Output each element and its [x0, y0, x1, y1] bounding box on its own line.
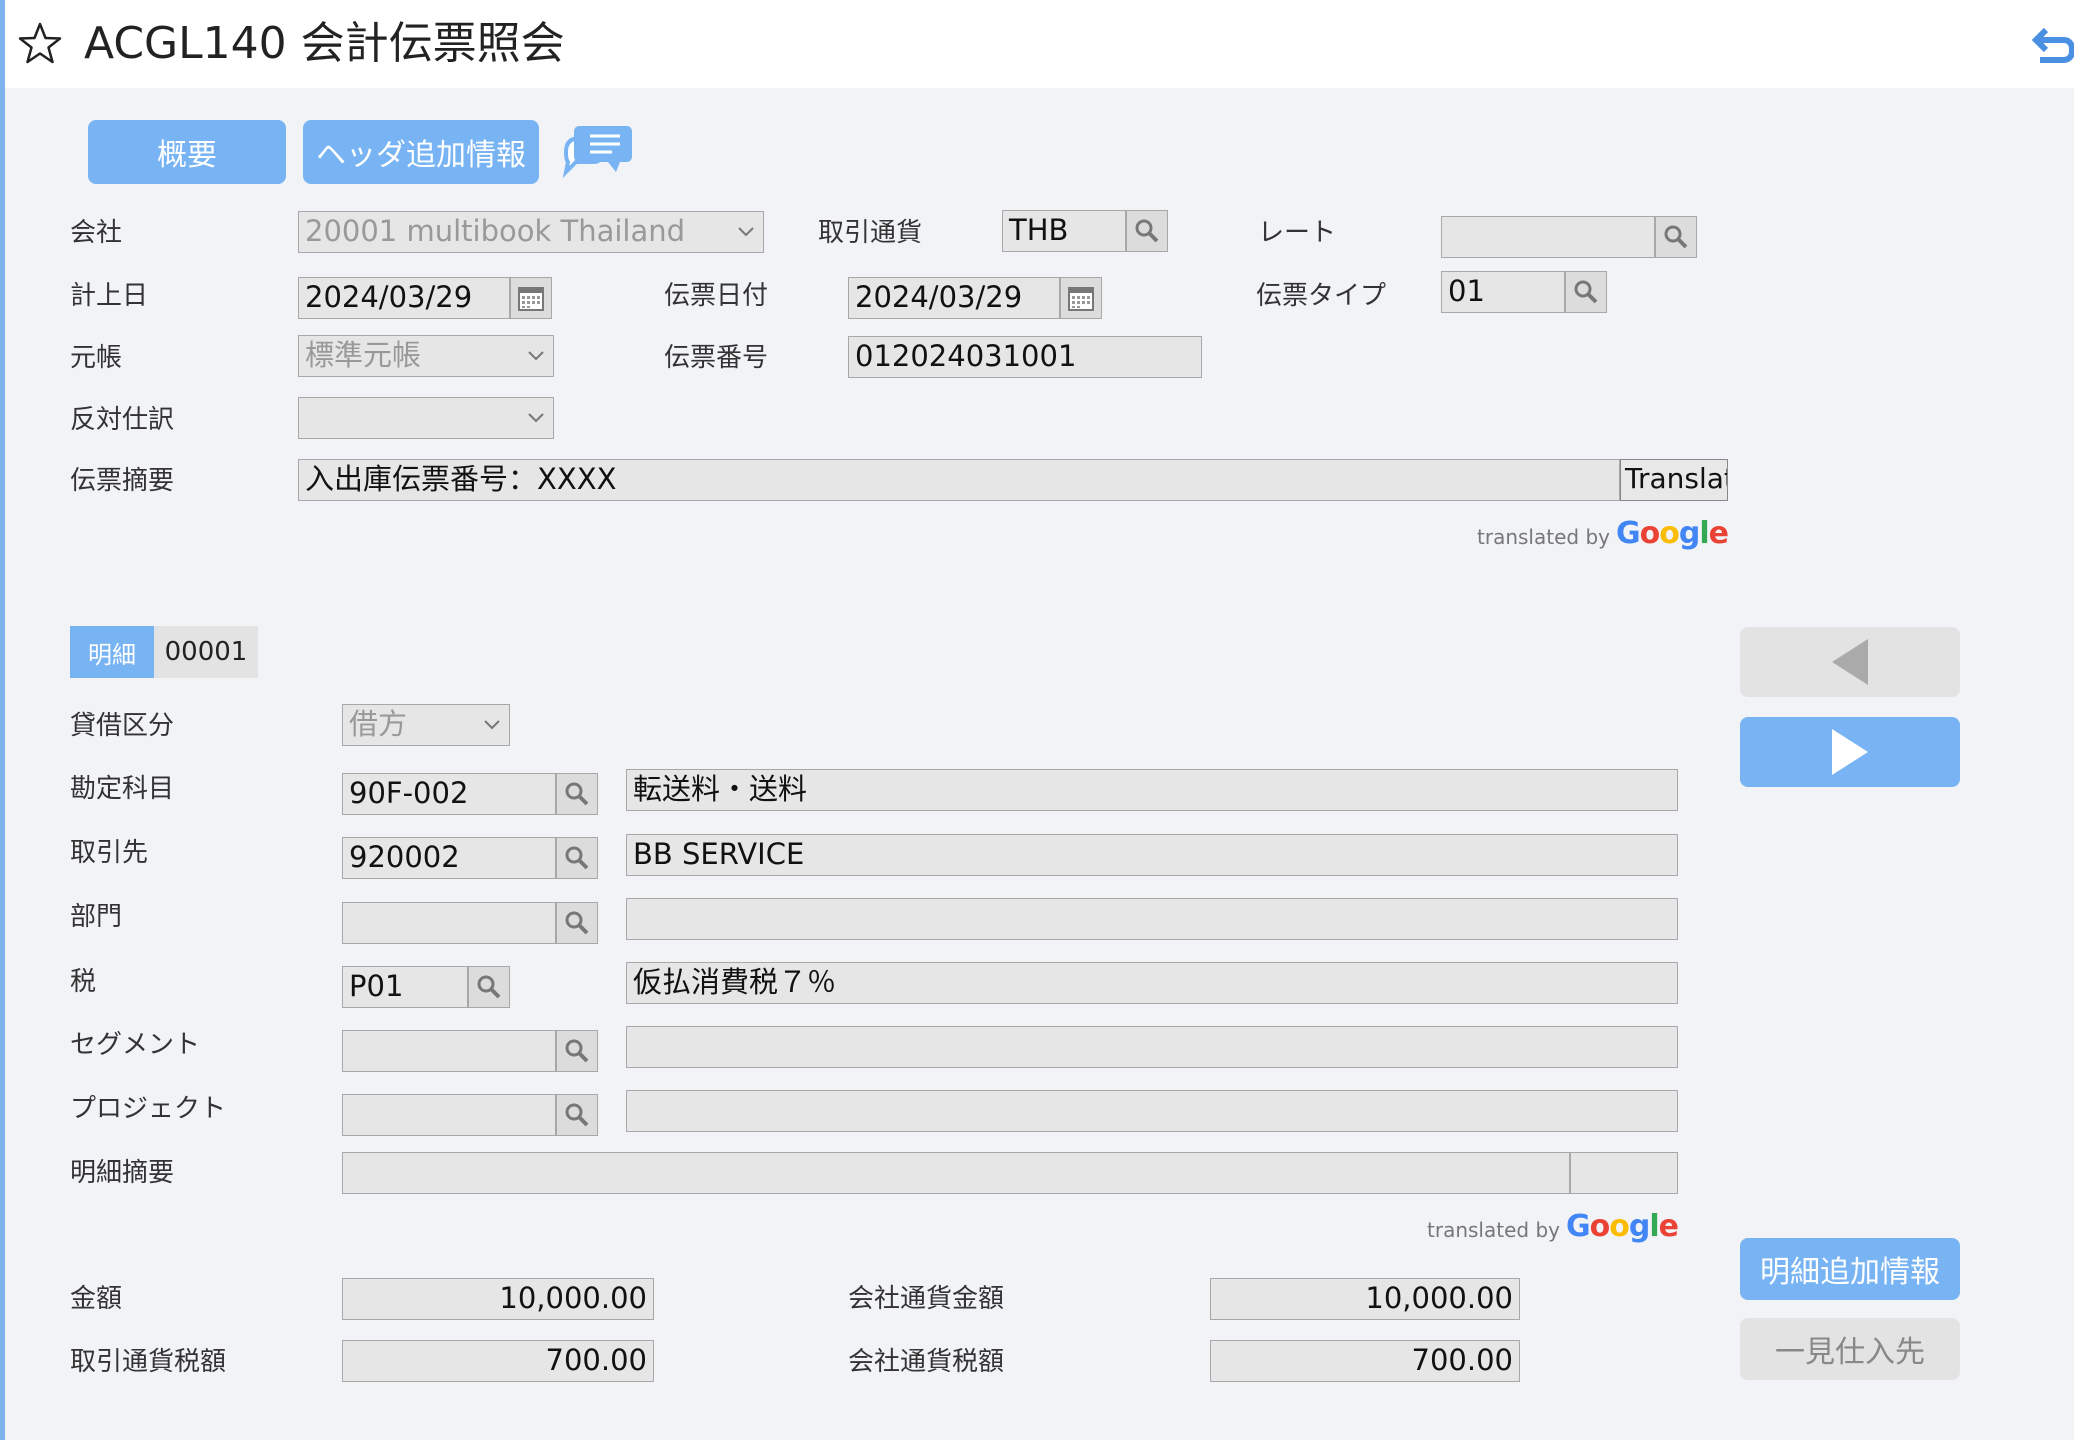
- line-summary-translate-button[interactable]: [1570, 1152, 1678, 1194]
- chat-bubble-icon[interactable]: [560, 118, 634, 186]
- segment-code-input[interactable]: [342, 1030, 556, 1072]
- google-attribution: translated by Google: [1427, 1208, 1679, 1244]
- debit-credit-value: 借方: [349, 707, 408, 741]
- chevron-down-icon: [484, 720, 500, 730]
- rate-label: レート: [1258, 218, 1337, 248]
- segment-name-field: [626, 1026, 1678, 1068]
- currency-label: 取引通貨: [818, 218, 923, 248]
- partner-name-field: BB SERVICE: [626, 834, 1678, 876]
- segment-label: セグメント: [70, 1030, 201, 1060]
- account-name-field: 転送料・送料: [626, 769, 1678, 811]
- magnifier-icon[interactable]: [1126, 210, 1168, 252]
- translated-by-text: translated by: [1427, 1218, 1560, 1242]
- currency-input[interactable]: THB: [1002, 210, 1126, 252]
- return-arrow-icon[interactable]: [2031, 20, 2074, 68]
- calendar-icon[interactable]: [1060, 277, 1102, 319]
- account-label: 勘定科目: [70, 774, 175, 804]
- tax-amount-label: 取引通貨税額: [70, 1347, 227, 1377]
- amount-label: 金額: [70, 1284, 123, 1314]
- page-title: ACGL140 会計伝票照会: [84, 18, 565, 69]
- ledger-label: 元帳: [70, 343, 123, 373]
- magnifier-icon[interactable]: [556, 773, 598, 815]
- posting-date-label: 計上日: [70, 281, 149, 311]
- magnifier-icon[interactable]: [1565, 271, 1607, 313]
- reverse-entry-label: 反対仕訳: [70, 405, 175, 435]
- amount-field: 10,000.00: [342, 1278, 654, 1320]
- tab-header-extra[interactable]: ヘッダ追加情報: [303, 120, 539, 184]
- calendar-icon[interactable]: [510, 277, 552, 319]
- company-value: 20001 multibook Thailand: [305, 214, 686, 248]
- summary-label: 伝票摘要: [70, 466, 175, 496]
- next-line-button[interactable]: [1740, 717, 1960, 787]
- debit-credit-select[interactable]: 借方: [342, 704, 510, 746]
- voucher-no-input[interactable]: 012024031001: [848, 336, 1202, 378]
- voucher-type-input[interactable]: 01: [1441, 271, 1565, 313]
- left-accent-bar: [0, 0, 5, 1440]
- magnifier-icon[interactable]: [556, 1094, 598, 1136]
- voucher-date-input[interactable]: 2024/03/29: [848, 277, 1060, 319]
- magnifier-icon[interactable]: [556, 902, 598, 944]
- chevron-down-icon: [528, 351, 544, 361]
- ledger-select[interactable]: 標準元帳: [298, 335, 554, 377]
- rate-input[interactable]: [1441, 216, 1655, 258]
- chevron-down-icon: [738, 227, 754, 237]
- project-code-input[interactable]: [342, 1094, 556, 1136]
- one-time-vendor-button[interactable]: 一見仕入先: [1740, 1318, 1960, 1380]
- triangle-right-icon: [1832, 729, 1868, 775]
- posting-date-input[interactable]: 2024/03/29: [298, 277, 510, 319]
- reverse-entry-select[interactable]: [298, 397, 554, 439]
- tab-overview[interactable]: 概要: [88, 120, 286, 184]
- company-label: 会社: [70, 218, 123, 248]
- company-tax-label: 会社通貨税額: [848, 1347, 1005, 1377]
- company-amount-label: 会社通貨金額: [848, 1284, 1005, 1314]
- tab-detail[interactable]: 明細: [70, 626, 154, 678]
- partner-label: 取引先: [70, 838, 149, 868]
- project-name-field: [626, 1090, 1678, 1132]
- google-logo: Google: [1615, 516, 1729, 551]
- voucher-date-label: 伝票日付: [664, 281, 769, 311]
- google-logo: Google: [1565, 1209, 1679, 1244]
- debit-credit-label: 貸借区分: [70, 711, 175, 741]
- company-tax-field: 700.00: [1210, 1340, 1520, 1382]
- tax-label: 税: [70, 967, 97, 997]
- department-name-field: [626, 898, 1678, 940]
- ledger-value: 標準元帳: [305, 338, 422, 372]
- triangle-left-icon: [1832, 639, 1868, 685]
- company-select[interactable]: 20001 multibook Thailand: [298, 211, 764, 253]
- magnifier-icon[interactable]: [1655, 216, 1697, 258]
- company-amount-field: 10,000.00: [1210, 1278, 1520, 1320]
- account-code-input[interactable]: 90F-002: [342, 773, 556, 815]
- summary-input[interactable]: 入出庫伝票番号：XXXX: [298, 459, 1620, 501]
- prev-line-button[interactable]: [1740, 627, 1960, 697]
- detail-extra-button[interactable]: 明細追加情報: [1740, 1238, 1960, 1300]
- line-summary-input[interactable]: [342, 1152, 1570, 1194]
- voucher-type-label: 伝票タイプ: [1256, 281, 1387, 311]
- project-label: プロジェクト: [70, 1094, 227, 1124]
- department-code-input[interactable]: [342, 902, 556, 944]
- magnifier-icon[interactable]: [468, 966, 510, 1008]
- department-label: 部門: [70, 902, 123, 932]
- translate-button[interactable]: Translat: [1620, 459, 1728, 501]
- magnifier-icon[interactable]: [556, 1030, 598, 1072]
- tax-amount-field: 700.00: [342, 1340, 654, 1382]
- tax-code-input[interactable]: P01: [342, 966, 468, 1008]
- detail-line-number: 00001: [154, 626, 258, 678]
- star-icon[interactable]: [16, 20, 64, 68]
- google-attribution: translated by Google: [1477, 515, 1729, 551]
- magnifier-icon[interactable]: [556, 837, 598, 879]
- chevron-down-icon: [528, 413, 544, 423]
- translated-by-text: translated by: [1477, 525, 1610, 549]
- voucher-no-label: 伝票番号: [664, 343, 769, 373]
- partner-code-input[interactable]: 920002: [342, 837, 556, 879]
- line-summary-label: 明細摘要: [70, 1158, 175, 1188]
- tax-name-field: 仮払消費税７％: [626, 962, 1678, 1004]
